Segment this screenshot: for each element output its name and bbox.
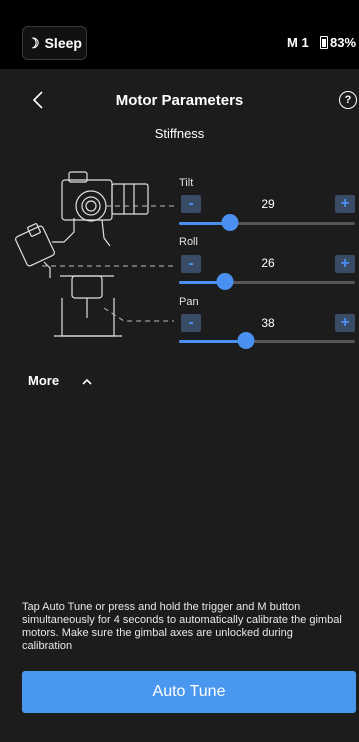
pan-label: Pan	[179, 296, 199, 308]
roll-slider-thumb[interactable]	[216, 273, 234, 290]
tilt-label: Tilt	[179, 177, 194, 189]
battery-icon	[320, 36, 328, 49]
section-title: Stiffness	[154, 126, 205, 141]
more-label: More	[28, 373, 60, 388]
tilt-decrease-button[interactable]: -	[181, 195, 201, 213]
tilt-value: 29	[261, 197, 275, 211]
sleep-button[interactable]: ☽ Sleep	[22, 26, 87, 60]
roll-increase-button[interactable]: +	[335, 255, 355, 273]
auto-tune-button[interactable]: Auto Tune	[22, 671, 356, 713]
pan-decrease-button[interactable]: -	[181, 314, 201, 332]
roll-slider[interactable]	[179, 273, 355, 290]
battery-indicator: 83%	[320, 35, 356, 50]
pan-increase-button[interactable]: +	[335, 314, 355, 332]
roll-label: Roll	[179, 236, 198, 248]
roll-value: 26	[261, 256, 275, 270]
pan-slider-thumb[interactable]	[237, 332, 255, 349]
sleep-label: Sleep	[44, 35, 82, 51]
roll-decrease-button[interactable]: -	[181, 255, 201, 273]
pan-slider-fill	[179, 340, 246, 343]
help-icon[interactable]: ?	[339, 91, 357, 109]
calibration-info-text: Tap Auto Tune or press and hold the trig…	[22, 601, 342, 652]
gimbal-illustration	[15, 171, 174, 337]
more-toggle[interactable]: More	[28, 373, 93, 388]
tilt-slider[interactable]	[179, 214, 355, 231]
page-title: Motor Parameters	[115, 92, 244, 109]
mode-indicator: M 1	[287, 35, 309, 50]
status-bar: ☽ Sleep M 1 83%	[0, 0, 359, 69]
chevron-up-icon	[82, 378, 92, 385]
pan-value: 38	[261, 316, 275, 330]
pan-slider[interactable]	[179, 332, 355, 349]
moon-icon: ☽	[27, 34, 40, 51]
battery-level: 83%	[330, 35, 357, 50]
tilt-increase-button[interactable]: +	[335, 195, 355, 213]
tilt-slider-thumb[interactable]	[221, 214, 239, 231]
